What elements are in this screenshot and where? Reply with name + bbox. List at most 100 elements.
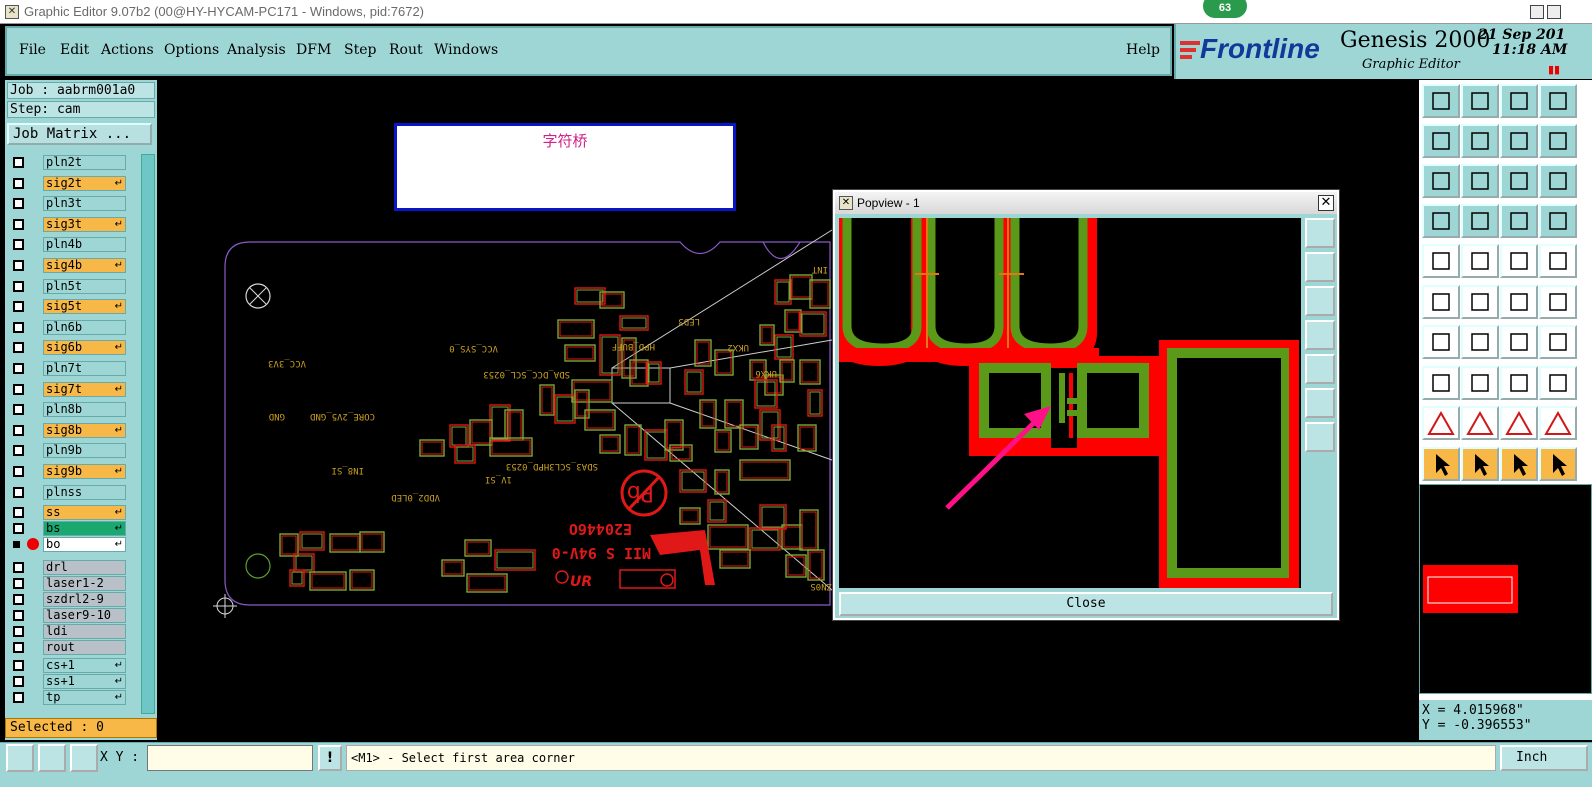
- layer-checkbox[interactable]: [13, 260, 24, 271]
- layer-name[interactable]: bs ↵: [43, 521, 126, 536]
- layer-row-pln7t[interactable]: pln7t: [10, 361, 126, 376]
- layer-row-laser1-2[interactable]: laser1-2: [10, 576, 126, 591]
- menu-options[interactable]: Options: [164, 42, 219, 58]
- snap-button[interactable]: [6, 744, 34, 772]
- popview-close-button[interactable]: Close: [839, 592, 1333, 616]
- menu-edit[interactable]: Edit: [60, 42, 89, 58]
- popview-fit-button[interactable]: [1305, 218, 1335, 248]
- layer-name[interactable]: ldi: [43, 624, 126, 639]
- layer-checkbox[interactable]: [13, 692, 24, 703]
- tool-pointer-b-icon[interactable]: [1461, 446, 1499, 481]
- layer-row-sig5t[interactable]: sig5t ↵: [10, 299, 126, 315]
- tool-shapes-icon[interactable]: [1539, 365, 1577, 400]
- tool-feature-icon[interactable]: [1539, 325, 1577, 359]
- layer-name[interactable]: pln8b: [43, 402, 126, 418]
- layer-name[interactable]: pln7t: [43, 361, 126, 376]
- overview-map[interactable]: [1419, 484, 1592, 694]
- tool-zoom-home-icon[interactable]: [1461, 84, 1499, 118]
- tool-pointer-d-icon[interactable]: [1539, 446, 1577, 481]
- tool-ruler-icon[interactable]: [1500, 244, 1538, 278]
- layer-row-cs+1[interactable]: cs+1 ↵: [10, 658, 126, 673]
- job-matrix-button[interactable]: Job Matrix ...: [7, 123, 152, 145]
- layer-name[interactable]: cs+1 ↵: [43, 658, 126, 673]
- tool-select-node-icon[interactable]: [1539, 284, 1577, 319]
- popview-canvas[interactable]: [839, 218, 1301, 588]
- layer-checkbox[interactable]: [13, 342, 24, 354]
- layer-checkbox[interactable]: [13, 626, 24, 637]
- tool-triangle-a-icon[interactable]: [1422, 406, 1460, 440]
- tool-contour-icon[interactable]: [1500, 365, 1538, 400]
- layer-name[interactable]: sig9b ↵: [43, 464, 126, 479]
- layer-name[interactable]: pln4b: [43, 237, 126, 253]
- layer-name[interactable]: sig5t ↵: [43, 299, 126, 315]
- layer-checkbox[interactable]: [13, 466, 24, 477]
- layer-row-sig3t[interactable]: sig3t ↵: [10, 216, 126, 232]
- layer-row-pln3t[interactable]: pln3t: [10, 196, 126, 212]
- layer-row-ldi[interactable]: ldi: [10, 624, 126, 639]
- layer-name[interactable]: rout: [43, 640, 126, 655]
- popview-left-button[interactable]: [1305, 320, 1335, 350]
- layer-name[interactable]: pln3t: [43, 196, 126, 212]
- layer-name[interactable]: sig3t ↵: [43, 216, 126, 232]
- tool-line-diagonal-icon[interactable]: [1461, 325, 1499, 359]
- layer-name[interactable]: pln2t: [43, 155, 126, 170]
- layer-row-plnss[interactable]: plnss: [10, 484, 126, 500]
- tool-delete-icon[interactable]: [1461, 284, 1499, 319]
- popview-right-button[interactable]: [1305, 354, 1335, 384]
- layer-row-drl[interactable]: drl: [10, 560, 126, 575]
- maximize-button[interactable]: [1547, 5, 1561, 19]
- warning-button[interactable]: !: [318, 745, 342, 771]
- layer-row-sig4b[interactable]: sig4b ↵: [10, 258, 126, 273]
- layer-row-ss[interactable]: ss ↵: [10, 505, 126, 520]
- layer-name[interactable]: ss+1 ↵: [43, 674, 126, 689]
- layer-checkbox[interactable]: [13, 404, 24, 416]
- layer-name[interactable]: pln6b: [43, 319, 126, 335]
- layer-checkbox[interactable]: [13, 660, 24, 671]
- layer-name[interactable]: drl: [43, 560, 126, 575]
- tool-line-angle-icon[interactable]: [1422, 325, 1460, 359]
- tool-mirror-icon[interactable]: [1461, 365, 1499, 400]
- measure-button[interactable]: [38, 744, 66, 772]
- tool-pointer-a-icon[interactable]: [1422, 446, 1460, 481]
- layer-checkbox[interactable]: [13, 642, 24, 653]
- layer-row-sig6b[interactable]: sig6b ↵: [10, 340, 126, 356]
- layer-checkbox[interactable]: [13, 594, 24, 605]
- tool-circle-icon[interactable]: [1539, 244, 1577, 278]
- tool-arc-rotate-icon[interactable]: [1500, 325, 1538, 359]
- layer-name[interactable]: sig7t ↵: [43, 381, 126, 397]
- layer-checkbox[interactable]: [13, 578, 24, 589]
- tool-triangle-b-icon[interactable]: [1461, 406, 1499, 440]
- tool-layers-alt-icon[interactable]: [1539, 204, 1577, 238]
- layer-row-pln4b[interactable]: pln4b: [10, 237, 126, 253]
- tool-pan-center-icon[interactable]: [1500, 124, 1538, 158]
- tool-connect-icon[interactable]: [1422, 284, 1460, 319]
- tool-zoom-home-icon[interactable]: [1422, 84, 1460, 118]
- layer-checkbox[interactable]: [13, 507, 24, 518]
- menu-help[interactable]: Help: [1126, 42, 1160, 58]
- tool-draw-pad-icon[interactable]: [1422, 244, 1460, 278]
- tool-undo-view-icon[interactable]: [1539, 84, 1577, 118]
- layer-name[interactable]: szdrl2-9: [43, 592, 126, 607]
- layer-checkbox[interactable]: [13, 676, 24, 687]
- popview-zoom-in-button[interactable]: [1305, 422, 1335, 452]
- tool-home-view-icon[interactable]: [1500, 84, 1538, 118]
- tool-zoom-fit-icon[interactable]: [1422, 164, 1460, 198]
- layer-checkbox[interactable]: [13, 280, 24, 292]
- grid-button[interactable]: [70, 744, 98, 772]
- layer-checkbox[interactable]: [13, 239, 24, 251]
- layer-row-rout[interactable]: rout: [10, 640, 126, 655]
- tool-zoom-in-out-icon[interactable]: [1461, 164, 1499, 198]
- layer-name[interactable]: pln9b: [43, 443, 126, 459]
- tool-help-icon[interactable]: [1539, 124, 1577, 158]
- menu-actions[interactable]: Actions: [101, 42, 154, 58]
- layer-checkbox[interactable]: [13, 383, 24, 395]
- tool-move-icon[interactable]: [1500, 284, 1538, 319]
- layer-row-bs[interactable]: bs ↵: [10, 521, 126, 536]
- layer-checkbox[interactable]: [13, 486, 24, 498]
- menu-analysis[interactable]: Analysis: [227, 42, 286, 58]
- popview-up-button[interactable]: [1305, 252, 1335, 282]
- layer-checkbox[interactable]: [13, 157, 24, 168]
- layer-checkbox[interactable]: [13, 321, 24, 333]
- layer-checkbox[interactable]: [13, 301, 24, 313]
- layer-name[interactable]: sig4b ↵: [43, 258, 126, 273]
